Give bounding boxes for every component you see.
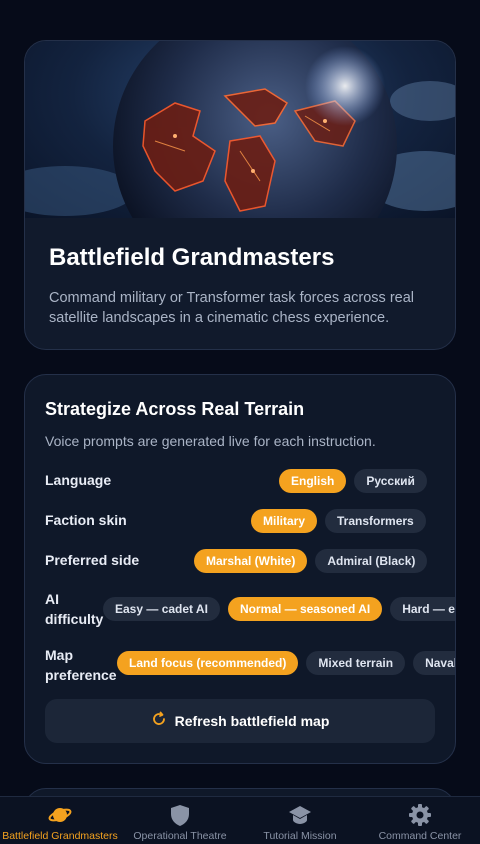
planet-icon <box>48 803 72 827</box>
faction-option-transformers[interactable]: Transformers <box>325 509 426 533</box>
nav-label-operational-theatre: Operational Theatre <box>133 830 227 842</box>
side-option-marshal[interactable]: Marshal (White) <box>194 549 308 573</box>
graduation-cap-icon <box>288 803 312 827</box>
nav-item-operational-theatre[interactable]: Operational Theatre <box>120 797 240 844</box>
map-option-land[interactable]: Land focus (recommended) <box>117 651 299 675</box>
map-option-mixed[interactable]: Mixed terrain <box>306 651 406 675</box>
bottom-nav: Battlefield Grandmasters Operational The… <box>0 796 480 844</box>
faction-option-military[interactable]: Military <box>251 509 318 533</box>
settings-card: Strategize Across Real Terrain Voice pro… <box>24 374 456 764</box>
hero-title: Battlefield Grandmasters <box>49 244 335 271</box>
map-preference-label-line2: preference <box>45 667 117 683</box>
nav-label-battlefield: Battlefield Grandmasters <box>2 830 118 842</box>
refresh-map-button[interactable]: Refresh battlefield map <box>45 699 435 743</box>
faction-label: Faction skin <box>45 512 127 528</box>
language-option-english[interactable]: English <box>279 469 347 493</box>
settings-title: Strategize Across Real Terrain <box>45 399 305 419</box>
faction-row: Faction skin Military Transformers <box>45 507 455 547</box>
nav-item-battlefield[interactable]: Battlefield Grandmasters <box>0 797 120 844</box>
map-preference-row: Map preference Land focus (recommended) … <box>45 645 455 689</box>
ai-option-easy[interactable]: Easy — cadet AI <box>103 597 220 621</box>
nav-item-tutorial[interactable]: Tutorial Mission <box>240 797 360 844</box>
ai-option-hard[interactable]: Hard — elite AI <box>390 597 455 621</box>
refresh-map-label: Refresh battlefield map <box>174 713 330 729</box>
ai-option-normal[interactable]: Normal — seasoned AI <box>227 597 383 621</box>
hero-card: Battlefield Grandmasters Command militar… <box>24 40 456 350</box>
language-label: Language <box>45 472 112 488</box>
nav-label-tutorial: Tutorial Mission <box>263 830 337 842</box>
side-option-admiral[interactable]: Admiral (Black) <box>315 549 428 573</box>
map-option-naval[interactable]: Naval theatre <box>413 651 455 675</box>
side-row: Preferred side Marshal (White) Admiral (… <box>45 547 455 587</box>
nav-item-command-center[interactable]: Command Center <box>360 797 480 844</box>
settings-subtitle: Voice prompts are generated live for eac… <box>45 433 376 449</box>
main-scroll[interactable]: Battlefield Grandmasters Command militar… <box>0 0 480 796</box>
map-preference-label-line1: Map <box>45 647 73 663</box>
hero-description: Command military or Transformer task for… <box>49 290 415 326</box>
map-preference-label: Map preference <box>45 645 125 685</box>
shield-icon <box>168 803 192 827</box>
language-row: Language English Русский <box>45 467 455 507</box>
side-label: Preferred side <box>45 552 140 568</box>
gear-icon <box>408 803 432 827</box>
next-card <box>24 788 456 796</box>
language-option-russian[interactable]: Русский <box>354 469 427 493</box>
ai-difficulty-row: AI difficulty Easy — cadet AI Normal — s… <box>45 589 455 633</box>
nav-label-command-center: Command Center <box>378 830 462 842</box>
refresh-icon <box>151 711 167 731</box>
hero-globe-image <box>25 41 455 218</box>
